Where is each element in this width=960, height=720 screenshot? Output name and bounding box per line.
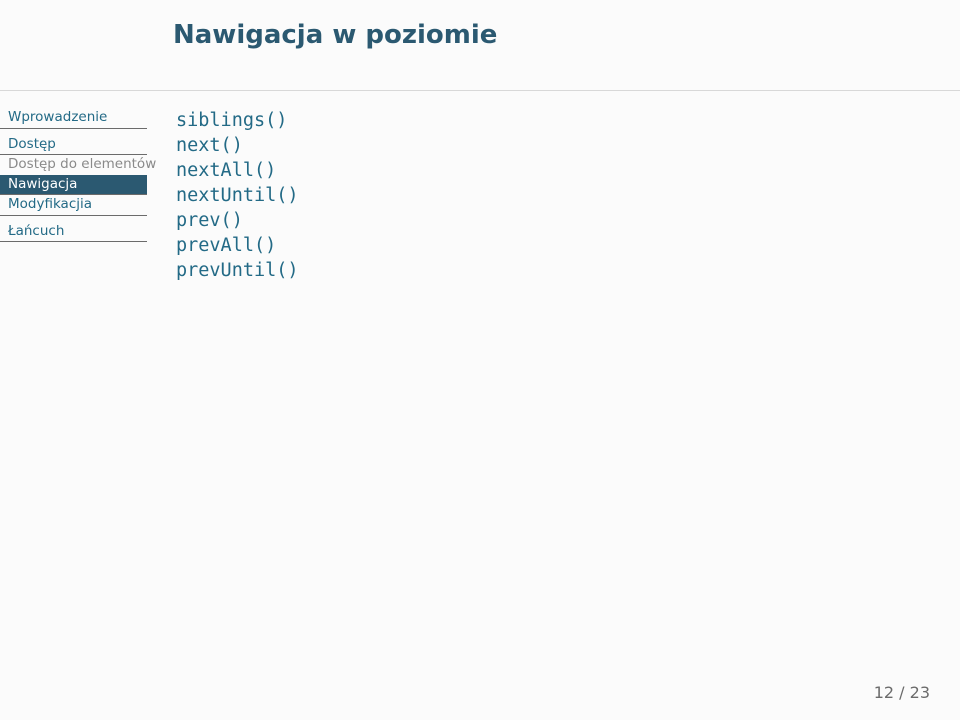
title-area: Nawigacja w poziomie	[173, 20, 920, 50]
page-number: 12 / 23	[874, 683, 930, 702]
code-line: prevAll()	[176, 234, 299, 259]
code-line: prevUntil()	[176, 259, 299, 284]
sidebar-nav: Wprowadzenie Dostęp Dostęp do elementów …	[0, 108, 147, 242]
nav-subitem-nawigacja-active[interactable]: Nawigacja	[0, 175, 147, 196]
page-current: 12	[874, 683, 894, 702]
page-total: 23	[910, 683, 930, 702]
nav-item-wprowadzenie[interactable]: Wprowadzenie	[0, 108, 147, 129]
code-line: siblings()	[176, 109, 299, 134]
slide: Nawigacja w poziomie Wprowadzenie Dostęp…	[0, 0, 960, 720]
code-line: nextAll()	[176, 159, 299, 184]
content-code: siblings() next() nextAll() nextUntil() …	[176, 109, 299, 284]
nav-item-lancuch[interactable]: Łańcuch	[0, 222, 147, 243]
code-line: prev()	[176, 209, 299, 234]
page-sep: /	[894, 683, 910, 702]
page-title: Nawigacja w poziomie	[173, 20, 920, 50]
nav-subitem-dostep-do-elementow[interactable]: Dostęp do elementów	[0, 155, 147, 175]
code-line: nextUntil()	[176, 184, 299, 209]
code-line: next()	[176, 134, 299, 159]
title-rule	[0, 90, 960, 91]
nav-item-modyfikacjia[interactable]: Modyfikacjia	[0, 195, 147, 216]
nav-item-dostep[interactable]: Dostęp	[0, 135, 147, 156]
